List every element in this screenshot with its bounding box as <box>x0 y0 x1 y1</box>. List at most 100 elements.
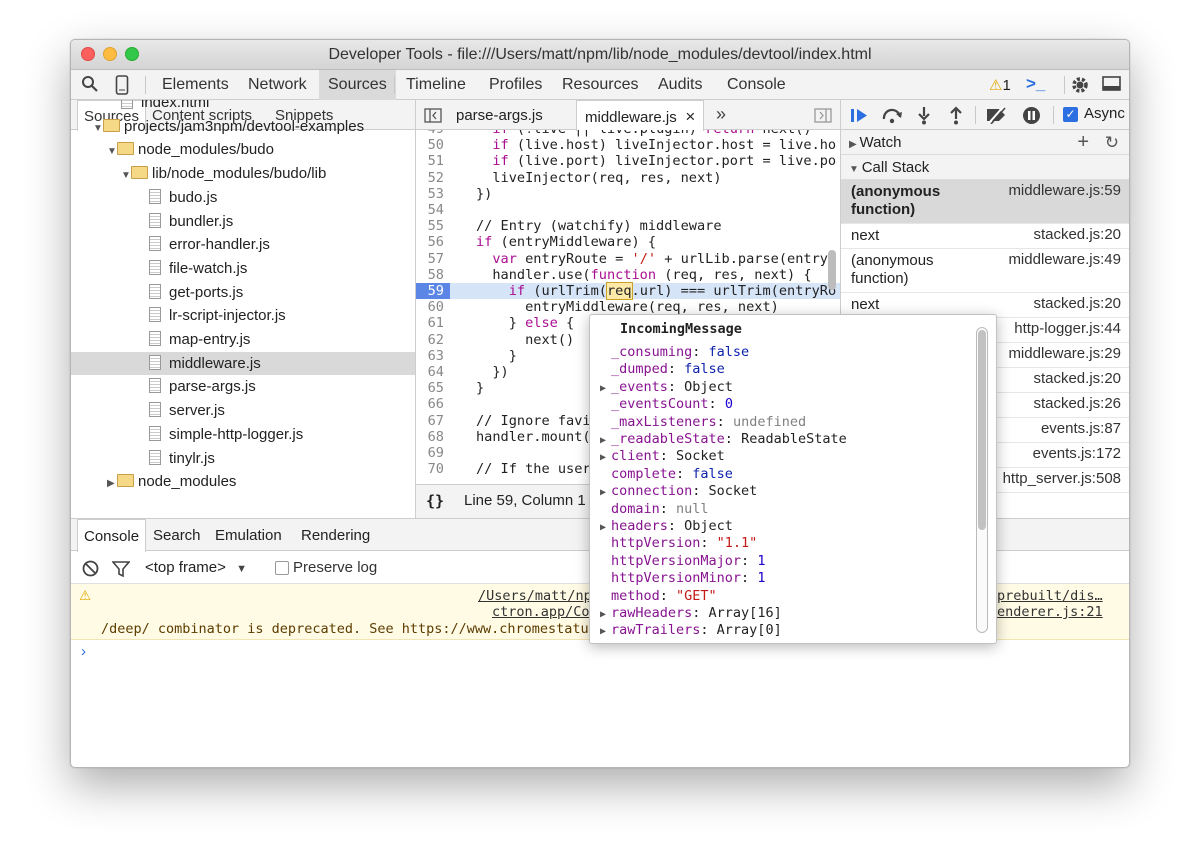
popover-scroll-thumb[interactable] <box>978 330 986 530</box>
code-line[interactable]: 58 handler.use(function (req, res, next)… <box>416 267 840 283</box>
dock-icon[interactable] <box>1102 75 1122 93</box>
line-number[interactable]: 61 <box>416 315 450 331</box>
code-line[interactable]: 54 <box>416 202 840 218</box>
warning-count[interactable]: ⚠1 <box>989 76 1011 94</box>
drawer-tab-rendering[interactable]: Rendering <box>295 519 376 551</box>
expand-triangle-icon[interactable]: ▶ <box>600 519 611 536</box>
code-line[interactable]: 60 entryMiddleware(req, res, next) <box>416 299 840 315</box>
tree-folder[interactable]: ▶ node_modules <box>71 470 415 496</box>
frame-location[interactable]: stacked.js:20 <box>1033 370 1121 388</box>
code-line[interactable]: 52 liveInjector(req, res, next) <box>416 170 840 186</box>
popover-scrollbar[interactable] <box>976 327 988 633</box>
refresh-icon[interactable]: ↻ <box>1105 130 1119 155</box>
tab-sources[interactable]: Sources <box>319 70 396 100</box>
current-execution-line[interactable]: 59 if (urlTrim(req.url) === urlTrim(entr… <box>416 282 840 300</box>
expanded-triangle-icon[interactable]: ▼ <box>107 140 117 164</box>
code-scrollbar[interactable] <box>828 250 836 290</box>
frame-selector[interactable]: <top frame> ▼ <box>145 551 247 586</box>
tree-folder[interactable]: ▼ projects/jam3npm/devtool-examples <box>71 115 415 141</box>
tab-resources[interactable]: Resources <box>553 70 647 100</box>
code-line[interactable]: 51 if (live.port) liveInjector.port = li… <box>416 153 840 169</box>
code-line[interactable]: 49 if (!live || live.plugin) return next… <box>416 130 840 137</box>
pretty-print-button[interactable]: {} <box>426 485 444 517</box>
editor-tab-middleware-js[interactable]: middleware.js × <box>576 100 705 131</box>
warning-source-link[interactable]: /Users/matt/np <box>478 588 592 604</box>
frame-location[interactable]: middleware.js:29 <box>1008 345 1121 363</box>
line-number[interactable]: 53 <box>416 186 450 202</box>
add-watch-icon[interactable]: + <box>1077 130 1089 155</box>
tree-file[interactable]: bundler.js <box>71 210 415 234</box>
device-icon[interactable] <box>115 75 129 95</box>
line-number[interactable]: 51 <box>416 153 450 169</box>
step-over-icon[interactable] <box>881 106 905 124</box>
line-number[interactable]: 54 <box>416 202 450 218</box>
warning-right-link[interactable]: prebuilt/dis… <box>997 588 1103 604</box>
line-number[interactable]: 64 <box>416 364 450 380</box>
console-prompt-icon[interactable]: >_ <box>1026 74 1045 94</box>
filter-icon[interactable] <box>112 560 130 577</box>
line-number[interactable]: 69 <box>416 445 450 461</box>
code-line[interactable]: 56 if (entryMiddleware) { <box>416 234 840 250</box>
async-checkbox[interactable]: ✓ <box>1063 107 1078 122</box>
line-number[interactable]: 59 <box>416 283 450 300</box>
deactivate-breakpoints-icon[interactable] <box>985 106 1009 124</box>
tree-file[interactable]: file-watch.js <box>71 257 415 281</box>
tree-file[interactable]: budo.js <box>71 186 415 210</box>
tree-file[interactable]: tinylr.js <box>71 447 415 471</box>
line-number[interactable]: 58 <box>416 267 450 283</box>
resume-icon[interactable] <box>850 107 872 125</box>
toggle-debugger-icon[interactable] <box>814 108 832 123</box>
line-number[interactable]: 57 <box>416 251 450 267</box>
tree-file[interactable]: map-entry.js <box>71 328 415 352</box>
tab-console[interactable]: Console <box>718 70 795 100</box>
tab-elements[interactable]: Elements <box>153 70 238 100</box>
watch-section-header[interactable]: ▶ Watch + ↻ <box>841 130 1129 155</box>
tree-file[interactable]: error-handler.js <box>71 233 415 257</box>
hovered-token[interactable]: req <box>605 282 633 300</box>
tab-timeline[interactable]: Timeline <box>397 70 475 100</box>
pause-on-exceptions-icon[interactable] <box>1022 106 1041 125</box>
property-row[interactable]: ▶ connection: Socket <box>600 483 757 500</box>
editor-tab-parse-args-js[interactable]: parse-args.js <box>448 100 551 130</box>
tree-file[interactable]: index.html <box>71 100 415 115</box>
search-icon[interactable] <box>81 75 99 93</box>
code-line[interactable]: 50 if (live.host) liveInjector.host = li… <box>416 137 840 153</box>
frame-location[interactable]: middleware.js:59 <box>1008 182 1121 200</box>
frame-location[interactable]: http-logger.js:44 <box>1014 320 1121 338</box>
frame-location[interactable]: stacked.js:20 <box>1033 226 1121 244</box>
expand-triangle-icon[interactable]: ▶ <box>600 432 611 449</box>
more-tabs-button[interactable]: » <box>716 104 726 125</box>
property-row[interactable]: ▶ _readableState: ReadableState <box>600 431 847 448</box>
expand-triangle-icon[interactable]: ▶ <box>600 606 611 623</box>
line-number[interactable]: 65 <box>416 380 450 396</box>
frame-location[interactable]: stacked.js:20 <box>1033 295 1121 313</box>
expanded-triangle-icon[interactable]: ▼ <box>93 117 103 141</box>
line-number[interactable]: 60 <box>416 299 450 315</box>
call-frame[interactable]: (anonymous function) middleware.js:49 <box>841 249 1129 293</box>
drawer-tab-console[interactable]: Console <box>77 519 147 552</box>
tab-audits[interactable]: Audits <box>649 70 711 100</box>
expand-triangle-icon[interactable]: ▶ <box>600 449 611 466</box>
property-row[interactable]: ▶ headers: Object <box>600 518 733 535</box>
line-number[interactable]: 68 <box>416 429 450 445</box>
tree-file[interactable]: simple-http-logger.js <box>71 423 415 447</box>
tree-file[interactable]: server.js <box>71 399 415 423</box>
line-number[interactable]: 49 <box>416 130 450 137</box>
frame-location[interactable]: events.js:87 <box>1041 420 1121 438</box>
code-line[interactable]: 57 var entryRoute = '/' + urlLib.parse(e… <box>416 251 840 267</box>
tree-folder[interactable]: ▼ lib/node_modules/budo/lib <box>71 162 415 186</box>
step-into-icon[interactable] <box>917 106 931 125</box>
close-tab-icon[interactable]: × <box>681 107 695 126</box>
frame-location[interactable]: events.js:172 <box>1033 445 1121 463</box>
collapsed-triangle-icon[interactable]: ▶ <box>107 472 117 496</box>
expand-triangle-icon[interactable]: ▶ <box>600 623 611 640</box>
frame-location[interactable]: stacked.js:26 <box>1033 395 1121 413</box>
clear-console-icon[interactable] <box>82 560 99 577</box>
call-frame[interactable]: (anonymous function) middleware.js:59 <box>841 180 1129 224</box>
warning-right-link-2[interactable]: enderer.js:21 <box>997 604 1103 620</box>
property-row[interactable]: ▶ rawHeaders: Array[16] <box>600 605 782 622</box>
toggle-navigator-icon[interactable] <box>424 108 442 123</box>
line-number[interactable]: 63 <box>416 348 450 364</box>
tree-file[interactable]: middleware.js <box>71 351 415 376</box>
expand-triangle-icon[interactable]: ▶ <box>600 380 611 397</box>
